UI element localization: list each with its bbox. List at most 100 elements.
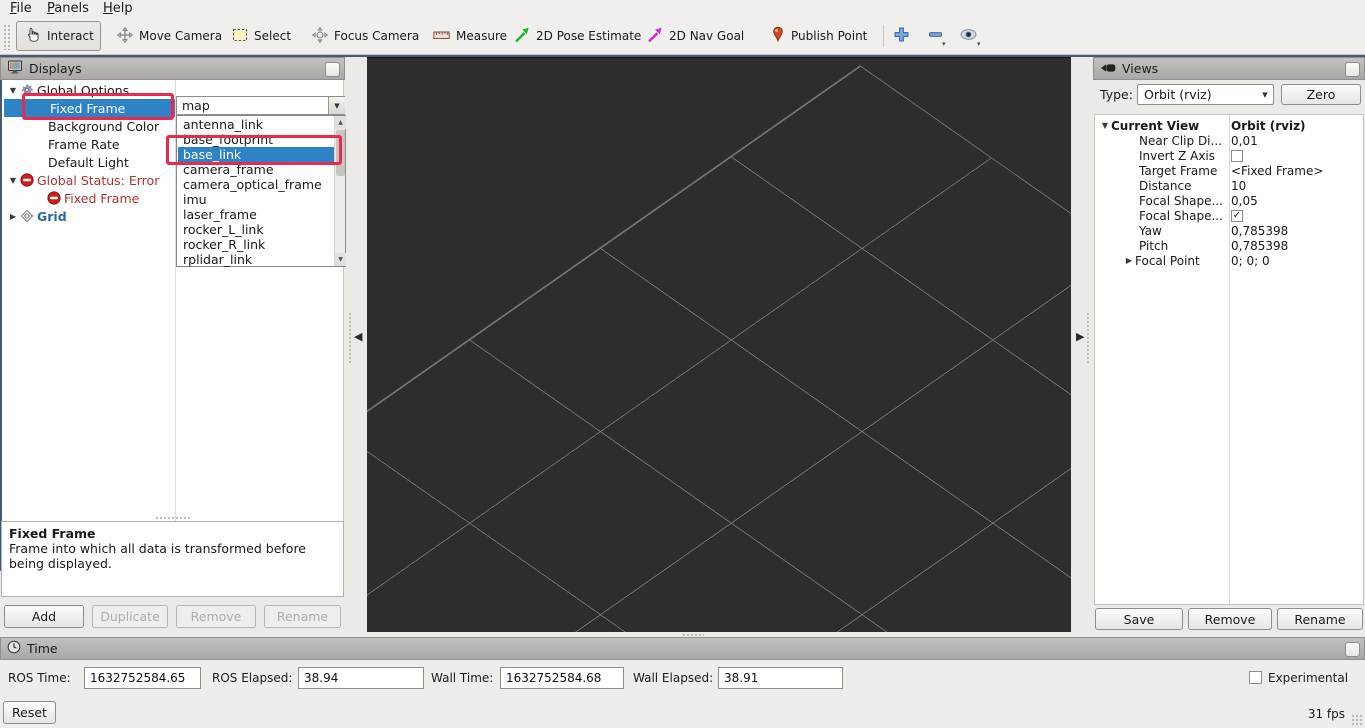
dropdown-item[interactable]: camera_optical_frame [178, 177, 334, 192]
view-prop-yaw[interactable]: Yaw [1095, 223, 1229, 238]
tree-row-default-light[interactable]: Default Light [2, 153, 175, 171]
move-camera-tool-button[interactable]: Move Camera [108, 21, 231, 51]
dropdown-item[interactable]: camera_frame [178, 162, 334, 177]
view-prop-distance[interactable]: Distance [1095, 178, 1229, 193]
left-splitter[interactable]: ◀ [345, 57, 367, 632]
dropdown-item[interactable]: antenna_link [178, 117, 334, 132]
view-prop-target-frame[interactable]: Target Frame [1095, 163, 1229, 178]
expander-icon[interactable]: ▼ [7, 86, 19, 95]
rename-button[interactable]: Rename [264, 605, 341, 628]
tree-row-status-fixed-frame[interactable]: Fixed Frame [2, 189, 175, 207]
wall-time-field[interactable] [500, 667, 624, 689]
view-prop-focal-shape-size[interactable]: Focal Shape... [1095, 193, 1229, 208]
3d-viewport[interactable] [367, 57, 1071, 632]
ros-time-field[interactable] [84, 667, 201, 689]
view-prop-invert-z[interactable]: Invert Z Axis [1095, 148, 1229, 163]
remove-tool-button[interactable]: ▾ [920, 21, 950, 51]
collapse-left-icon[interactable]: ◀ [354, 330, 362, 344]
view-prop-value[interactable]: 0; 0; 0 [1231, 253, 1363, 268]
checkbox-checked[interactable]: ✓ [1231, 210, 1243, 222]
focus-camera-tool-button[interactable]: Focus Camera [303, 21, 428, 51]
dropdown-item[interactable]: laser_frame [178, 207, 334, 222]
tree-row-label: Global Status: Error [37, 173, 159, 188]
expander-icon[interactable]: ▼ [1099, 121, 1111, 130]
view-prop-value[interactable]: 0,785398 [1231, 238, 1363, 253]
view-prop-current-view[interactable]: ▼ Current View [1095, 118, 1229, 133]
view-prop-near-clip[interactable]: Near Clip Di... [1095, 133, 1229, 148]
dropdown-arrow-icon[interactable]: ▾ [977, 40, 981, 48]
float-button[interactable] [1345, 62, 1360, 77]
tree-row-label: Frame Rate [48, 137, 120, 152]
dropdown-item[interactable]: rocker_L_link [178, 222, 334, 237]
publish-point-tool-button[interactable]: Publish Point [762, 21, 876, 51]
displays-panel-titlebar[interactable]: Displays [0, 57, 345, 80]
ros-time-label: ROS Time: [8, 671, 71, 685]
splitter-dots [1086, 312, 1091, 364]
nav-goal-tool-button[interactable]: 2D Nav Goal [638, 21, 753, 51]
interact-tool-button[interactable]: Interact [16, 21, 101, 51]
collapse-right-icon[interactable]: ▶ [1076, 330, 1084, 344]
tree-row-global-options[interactable]: ▼ Global Options [2, 81, 175, 99]
combo-dropdown-button[interactable]: ▼ [328, 97, 345, 114]
dropdown-arrow-icon[interactable]: ▾ [942, 40, 946, 48]
tree-row-grid[interactable]: ▶ Grid [2, 207, 175, 225]
scroll-down-button[interactable]: ▼ [335, 253, 346, 266]
float-button[interactable] [1345, 642, 1360, 657]
pose-estimate-tool-button[interactable]: 2D Pose Estimate [505, 21, 650, 51]
add-button[interactable]: Add [4, 605, 84, 628]
menu-help[interactable]: Help [99, 0, 137, 18]
view-prop-value[interactable]: 0,01 [1231, 133, 1363, 148]
expander-icon[interactable]: ▼ [7, 176, 19, 185]
rename-button[interactable]: Rename [1277, 608, 1363, 630]
dropdown-item[interactable]: base_footprint [178, 132, 334, 147]
expander-icon[interactable]: ▶ [7, 212, 19, 221]
float-button[interactable] [325, 62, 340, 77]
menubar: File Panels Help [0, 0, 1365, 18]
tree-row-global-status[interactable]: ▼ Global Status: Error [2, 171, 175, 189]
measure-tool-button[interactable]: Measure [424, 21, 516, 51]
dropdown-item-selected[interactable]: base_link [178, 147, 334, 162]
tree-row-fixed-frame[interactable]: Fixed Frame [4, 99, 175, 117]
time-panel-title: Time [27, 641, 58, 656]
scroll-up-button[interactable]: ▲ [335, 116, 346, 129]
experimental-checkbox[interactable] [1249, 671, 1262, 684]
toolbar-drag-handle[interactable] [3, 24, 10, 50]
scrollbar-thumb[interactable] [336, 130, 345, 176]
view-prop-value[interactable]: 0,785398 [1231, 223, 1363, 238]
tree-row-background-color[interactable]: Background Color [2, 117, 175, 135]
add-tool-button[interactable] [886, 21, 916, 51]
view-type-combo[interactable]: Orbit (rviz) ▼ [1137, 84, 1274, 105]
dropdown-item[interactable]: rocker_R_link [178, 237, 334, 252]
column-divider[interactable] [1229, 115, 1230, 604]
view-prop-focal-point[interactable]: ▶ Focal Point [1095, 253, 1229, 268]
reset-button[interactable]: Reset [3, 701, 56, 724]
tree-row-frame-rate[interactable]: Frame Rate [2, 135, 175, 153]
tool-visibility-button[interactable]: ▾ [953, 21, 983, 51]
wall-elapsed-field[interactable] [718, 667, 843, 689]
expander-icon[interactable]: ▶ [1123, 256, 1135, 265]
menu-file[interactable]: File [6, 0, 36, 18]
menu-panels[interactable]: Panels [43, 0, 93, 18]
dropdown-item[interactable]: imu [178, 192, 334, 207]
view-prop-value[interactable]: 10 [1231, 178, 1363, 193]
zero-button[interactable]: Zero [1281, 84, 1361, 105]
resize-grip[interactable] [1351, 714, 1363, 726]
save-button[interactable]: Save [1095, 608, 1183, 630]
ros-elapsed-field[interactable] [298, 667, 424, 689]
view-prop-pitch[interactable]: Pitch [1095, 238, 1229, 253]
views-panel-titlebar[interactable]: Views [1093, 57, 1365, 80]
select-tool-button[interactable]: Select [223, 21, 300, 51]
remove-button[interactable]: Remove [1188, 608, 1272, 630]
view-prop-focal-shape-fixed[interactable]: Focal Shape... [1095, 208, 1229, 223]
right-splitter[interactable]: ▶ [1071, 57, 1093, 632]
fixed-frame-combo[interactable]: map ▼ [176, 96, 346, 115]
view-prop-value[interactable]: <Fixed Frame> [1231, 163, 1363, 178]
view-prop-value[interactable]: 0,05 [1231, 193, 1363, 208]
duplicate-button[interactable]: Duplicate [92, 605, 168, 628]
dropdown-item[interactable]: rplidar_link [178, 252, 334, 267]
remove-button[interactable]: Remove [176, 605, 256, 628]
view-prop-value: Orbit (rviz) [1231, 118, 1363, 133]
dropdown-scrollbar[interactable]: ▲ ▼ [334, 116, 345, 266]
checkbox-unchecked[interactable] [1231, 150, 1243, 162]
time-panel-titlebar[interactable]: Time [0, 637, 1365, 660]
